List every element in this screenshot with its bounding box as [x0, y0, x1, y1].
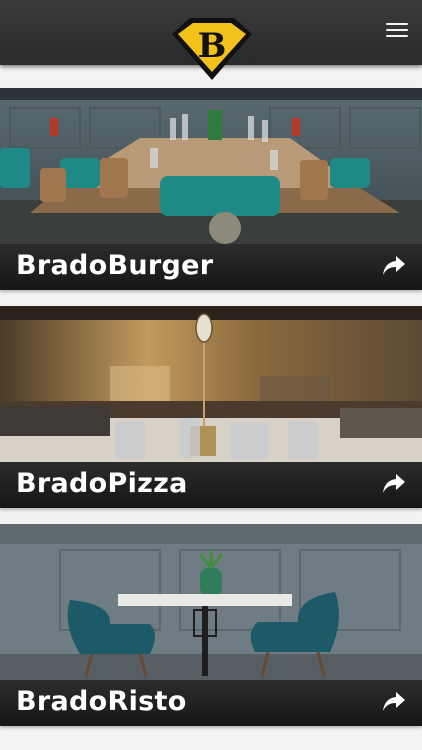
share-arrow-icon[interactable] — [382, 473, 406, 495]
card-title-bar: BradoRisto — [0, 680, 422, 726]
restaurant-card-bradoristo[interactable]: BradoRisto — [0, 524, 422, 726]
bradoristo-photo — [0, 524, 422, 680]
brado-logo[interactable]: B — [168, 16, 256, 82]
restaurant-card-bradoburger[interactable]: BradoBurger — [0, 88, 422, 290]
restaurant-card-bradopizza[interactable]: BradoPizza — [0, 306, 422, 508]
share-arrow-icon[interactable] — [382, 255, 406, 277]
app-header: B — [0, 0, 422, 80]
card-title-bar: BradoBurger — [0, 244, 422, 290]
card-title: BradoRisto — [16, 686, 187, 717]
card-title-bar: BradoPizza — [0, 462, 422, 508]
hamburger-menu-icon[interactable] — [386, 23, 408, 41]
card-title: BradoPizza — [16, 468, 188, 499]
card-title: BradoBurger — [16, 250, 214, 281]
bradopizza-photo — [0, 306, 422, 462]
share-arrow-icon[interactable] — [382, 691, 406, 713]
svg-text:B: B — [198, 26, 227, 66]
bradoburger-photo — [0, 88, 422, 244]
